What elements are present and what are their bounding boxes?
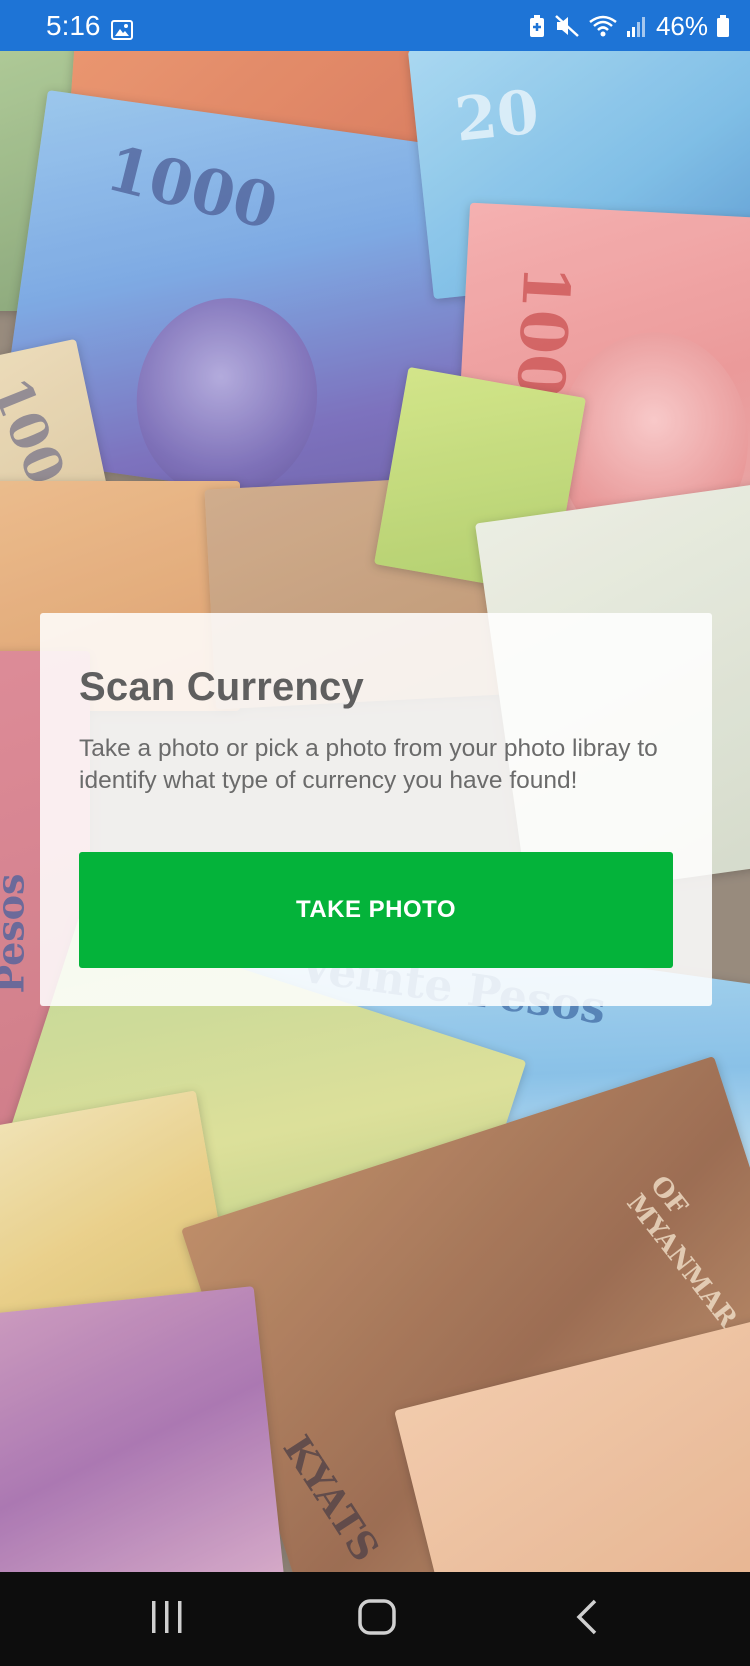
battery-percent: 46% — [655, 11, 708, 41]
recent-apps-icon — [150, 1600, 184, 1638]
card-description: Take a photo or pick a photo from your p… — [79, 735, 658, 794]
signal-icon — [626, 14, 648, 38]
home-button[interactable] — [317, 1572, 437, 1666]
wifi-icon — [588, 14, 618, 38]
mute-icon — [554, 14, 580, 38]
status-time: 5:16 — [46, 10, 101, 41]
back-button[interactable] — [527, 1572, 647, 1666]
card-title: Scan Currency — [79, 665, 364, 709]
battery-saver-icon — [528, 14, 546, 38]
home-icon — [358, 1598, 396, 1640]
screen: 5:16 46% 1000 20 1000 100 Pesos KYATS OF… — [0, 0, 750, 1666]
take-photo-button[interactable]: TAKE PHOTO — [79, 852, 673, 968]
scan-currency-card: Scan Currency Take a photo or pick a pho… — [40, 613, 712, 1006]
back-icon — [575, 1599, 599, 1640]
battery-icon — [716, 14, 730, 38]
status-icons: 46% — [528, 12, 730, 40]
navigation-bar — [0, 1572, 750, 1666]
recent-apps-button[interactable] — [107, 1572, 227, 1666]
gallery-icon — [111, 20, 133, 40]
status-bar: 5:16 46% — [0, 0, 750, 51]
